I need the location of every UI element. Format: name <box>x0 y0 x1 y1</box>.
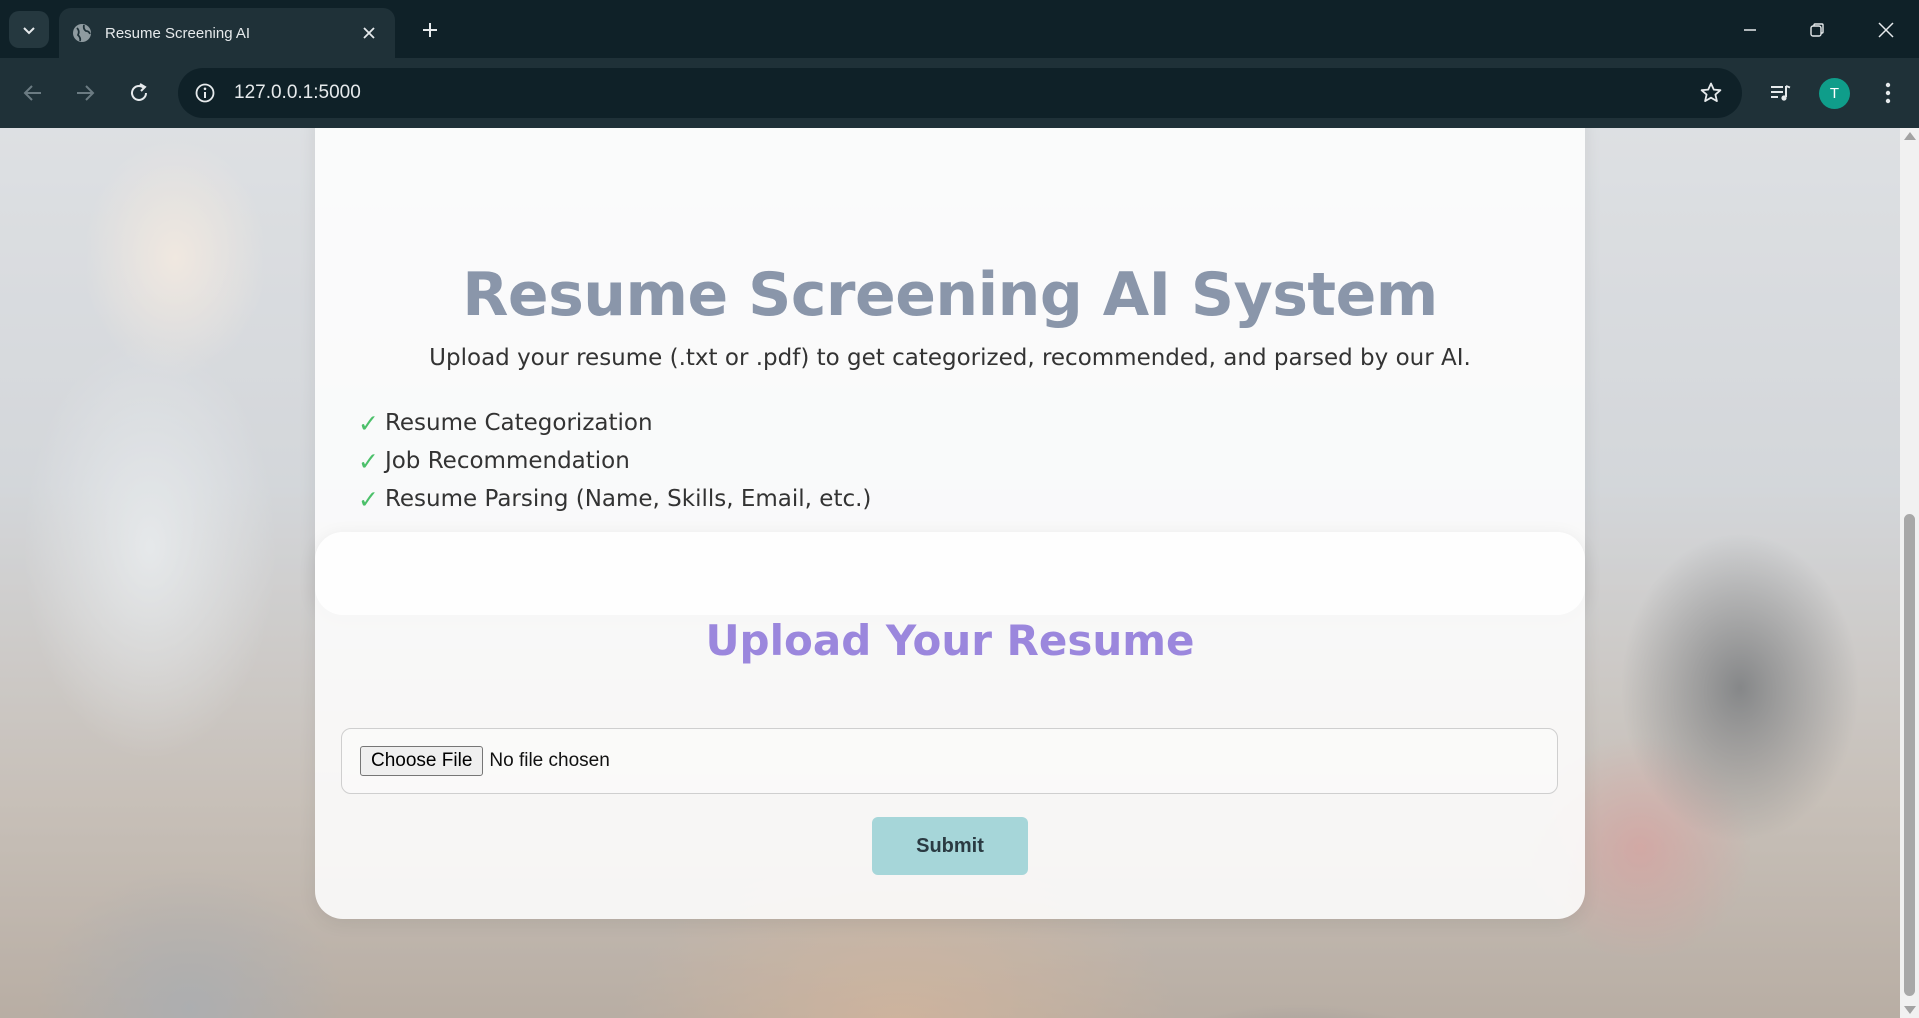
forward-button[interactable] <box>66 74 104 112</box>
check-icon: ✓ <box>358 408 379 438</box>
tab-title: Resume Screening AI <box>105 24 251 42</box>
profile-avatar[interactable]: T <box>1819 78 1850 109</box>
submit-button[interactable]: Submit <box>872 817 1028 875</box>
site-info-button[interactable] <box>190 78 220 108</box>
scroll-down-arrow-icon[interactable] <box>1904 1006 1916 1014</box>
url-text: 127.0.0.1:5000 <box>234 82 361 103</box>
back-arrow-icon <box>23 85 41 101</box>
feature-item: ✓ Resume Parsing (Name, Skills, Email, e… <box>358 480 871 518</box>
feature-label: Resume Parsing (Name, Skills, Email, etc… <box>384 486 872 512</box>
close-icon <box>363 27 375 39</box>
media-controls-button[interactable] <box>1762 74 1800 112</box>
star-icon <box>1700 82 1722 102</box>
more-vertical-icon <box>1885 82 1891 104</box>
browser-toolbar: 127.0.0.1:5000 T <box>0 58 1919 128</box>
globe-icon <box>73 24 91 42</box>
page-viewport: Resume Screening AI System Upload your r… <box>0 128 1900 1018</box>
back-button[interactable] <box>14 74 52 112</box>
feature-label: Job Recommendation <box>384 448 630 474</box>
tab-close-button[interactable] <box>355 19 383 47</box>
feature-item: ✓ Resume Categorization <box>358 404 871 442</box>
upload-title: Upload Your Resume <box>705 616 1195 665</box>
close-icon <box>1878 22 1894 38</box>
minimize-icon <box>1744 29 1756 31</box>
page-subtitle: Upload your resume (.txt or .pdf) to get… <box>429 345 1471 371</box>
chevron-down-icon <box>23 26 35 34</box>
new-tab-button[interactable] <box>414 14 446 46</box>
tab-strip: Resume Screening AI <box>0 0 1919 58</box>
tab-search-button[interactable] <box>9 11 49 48</box>
minimize-button[interactable] <box>1730 10 1770 50</box>
bookmark-button[interactable] <box>1694 76 1728 110</box>
browser-tab[interactable]: Resume Screening AI <box>59 8 395 58</box>
page-scrollbar[interactable] <box>1900 128 1919 1018</box>
feature-list: ✓ Resume Categorization ✓ Job Recommenda… <box>358 404 871 518</box>
restore-icon <box>1810 23 1824 37</box>
scrollbar-thumb[interactable] <box>1904 514 1915 996</box>
browser-menu-button[interactable] <box>1869 74 1907 112</box>
reload-button[interactable] <box>120 74 158 112</box>
close-window-button[interactable] <box>1866 10 1906 50</box>
check-icon: ✓ <box>358 484 379 514</box>
plus-icon <box>423 23 437 37</box>
feature-label: Resume Categorization <box>384 410 653 436</box>
info-icon <box>195 83 215 103</box>
file-status-text: No file chosen <box>489 750 610 771</box>
forward-arrow-icon <box>77 85 95 101</box>
choose-file-button[interactable]: Choose File <box>360 746 484 776</box>
address-bar[interactable]: 127.0.0.1:5000 <box>178 68 1742 118</box>
scroll-up-arrow-icon[interactable] <box>1904 132 1916 140</box>
restore-button[interactable] <box>1797 10 1837 50</box>
file-input[interactable]: Choose File No file chosen <box>341 728 1558 794</box>
reload-icon <box>131 83 147 101</box>
page-title: Resume Screening AI System <box>462 260 1438 330</box>
playlist-icon <box>1771 85 1791 101</box>
feature-item: ✓ Job Recommendation <box>358 442 871 480</box>
check-icon: ✓ <box>358 446 379 476</box>
upload-card: Upload Your Resume Choose File No file c… <box>315 532 1585 919</box>
